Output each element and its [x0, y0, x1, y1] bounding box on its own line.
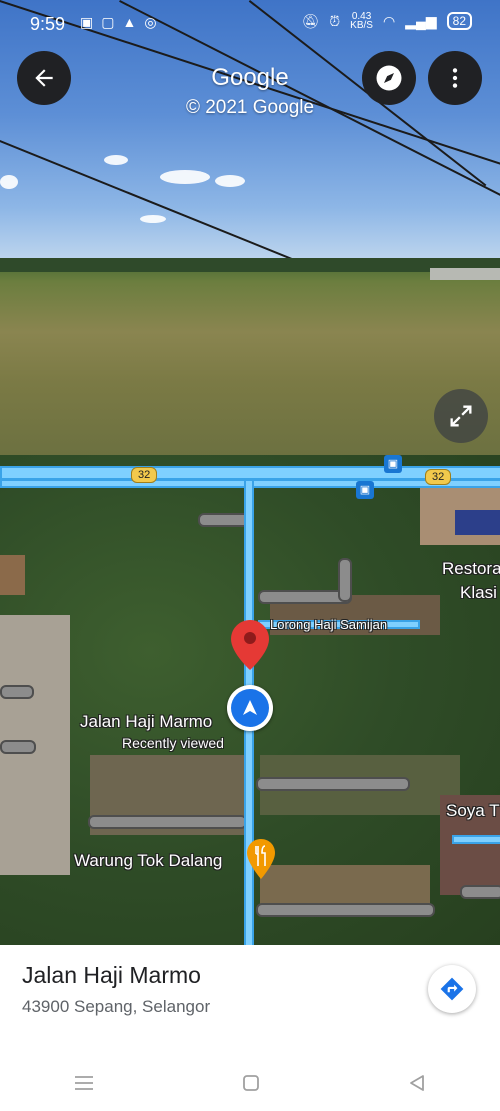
road: [88, 815, 247, 829]
my-location-dot: [231, 689, 269, 727]
cloud: [215, 175, 245, 187]
navigation-arrow-icon: [243, 700, 257, 715]
bus-stop-icon[interactable]: ▣: [384, 455, 402, 473]
recently-viewed-label: Recently viewed: [122, 735, 224, 751]
expand-icon: [450, 405, 472, 427]
alarm-icon: ⏰︎: [329, 12, 341, 29]
network-speed: 0.43 KB/S: [350, 12, 373, 31]
map-label-restoran-2[interactable]: Klasi: [460, 583, 497, 603]
home-icon[interactable]: [241, 1073, 261, 1093]
app-icon: ▣: [80, 14, 94, 30]
road: [0, 740, 36, 754]
cloud: [140, 215, 166, 223]
system-nav-bar: [0, 1055, 500, 1111]
building-roof: [430, 268, 500, 280]
grass-field: [0, 262, 500, 460]
road: [460, 885, 500, 899]
place-name: Jalan Haji Marmo: [22, 962, 201, 988]
map-label-warung[interactable]: Warung Tok Dalang: [74, 851, 222, 871]
cleared-land: [0, 555, 25, 595]
street-view-copyright: © 2021 Google: [185, 97, 315, 118]
road: [256, 777, 410, 791]
map-label-restoran[interactable]: Restora: [442, 559, 500, 579]
bus-stop-icon[interactable]: ▣: [356, 481, 374, 499]
directions-icon: [440, 977, 464, 1001]
directions-button[interactable]: [428, 965, 476, 1013]
power-line: [0, 140, 316, 269]
compass-button[interactable]: [362, 51, 416, 105]
expand-button[interactable]: [434, 389, 488, 443]
restaurant-icon[interactable]: [247, 839, 275, 879]
road-shield: 32: [131, 467, 158, 483]
road-shield: 32: [425, 469, 452, 485]
road: [256, 903, 435, 917]
warning-icon: ▲: [122, 14, 137, 30]
street-view-title: Google: [211, 64, 289, 91]
notification-icons: ▣ ▢ ▲ ◎: [80, 14, 157, 31]
app-icon: ▢: [101, 14, 115, 30]
status-indicators: 🔕︎ ⏰︎ 0.43 KB/S ◠ ▂▄▆ 82: [301, 12, 472, 31]
road: [338, 558, 352, 602]
houses: [260, 865, 430, 905]
satellite-map[interactable]: 32 32 ▣ ▣ Lorong Haji Samijan Jalan Haji…: [0, 455, 500, 945]
my-location-marker: [227, 685, 273, 731]
road: [198, 513, 250, 527]
cloud: [104, 155, 128, 165]
compass-icon: [376, 65, 402, 91]
more-vert-icon: [452, 68, 458, 88]
place-address: 43900 Sepang, Selangor: [22, 997, 211, 1016]
map-label-soya[interactable]: Soya T: [446, 801, 500, 821]
status-time: 9:59: [30, 14, 66, 34]
mute-icon: 🔕︎: [301, 12, 320, 29]
more-options-button[interactable]: [428, 51, 482, 105]
signal-icon: ▂▄▆: [405, 12, 437, 29]
building-roof: [455, 510, 500, 535]
cloud: [0, 175, 18, 189]
network-speed-unit: KB/S: [350, 20, 373, 31]
whatsapp-icon: ◎: [144, 14, 157, 30]
side-road: [452, 835, 500, 844]
back-nav-icon[interactable]: [407, 1073, 427, 1093]
wifi-icon: ◠: [382, 12, 396, 29]
map-label-lorong[interactable]: Lorong Haji Samijan: [270, 617, 387, 632]
location-pin-icon[interactable]: [231, 620, 269, 670]
cloud: [160, 170, 210, 184]
status-bar: 9:59 ▣ ▢ ▲ ◎ 🔕︎ ⏰︎ 0.43 KB/S ◠ ▂▄▆ 82: [0, 0, 500, 48]
map-label-jalan[interactable]: Jalan Haji Marmo: [80, 712, 212, 732]
tree-line: [0, 258, 500, 272]
road: [0, 685, 34, 699]
recents-icon[interactable]: [73, 1074, 95, 1092]
battery-level: 82: [446, 12, 472, 30]
